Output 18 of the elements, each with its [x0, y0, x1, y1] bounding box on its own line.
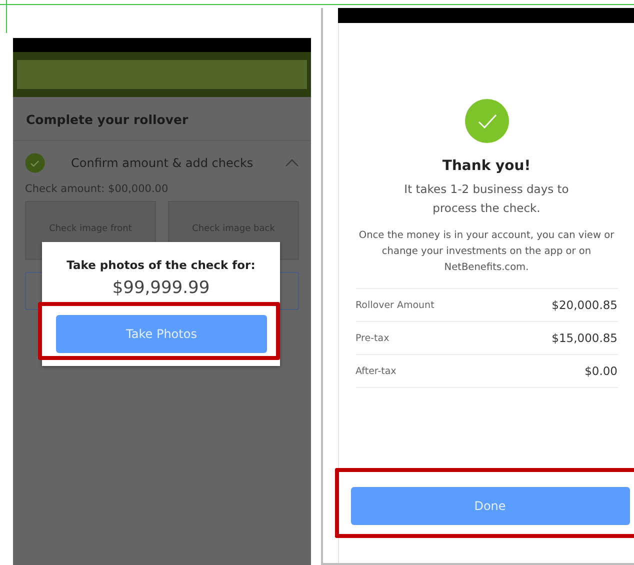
dialog-amount: $99,999.99 — [112, 278, 210, 298]
success-title: Thank you! — [442, 158, 531, 174]
success-check-icon — [464, 99, 508, 143]
take-photos-button[interactable]: Take Photos — [56, 315, 267, 353]
summary-value: $20,000.85 — [552, 298, 618, 312]
page-title: Complete your rollover — [13, 97, 311, 141]
summary-label: Pre-tax — [356, 332, 390, 344]
summary-value: $15,000.85 — [552, 331, 618, 345]
done-button[interactable]: Done — [350, 487, 630, 525]
check-amount: Check amount: $00,000.00 — [24, 182, 170, 197]
success-message: It takes 1-2 business days to process the check. — [403, 181, 570, 217]
step-title: Confirm amount & add checks — [70, 156, 254, 170]
info-note: Once the money is in your account, you can view or change your investments on the app or on NetBenefits.com. — [358, 229, 616, 275]
dialog-title: Take photos of the check for: — [66, 258, 256, 272]
summary-label: After-tax — [356, 366, 396, 376]
summary-label: Rollover Amount — [356, 300, 434, 310]
chevron-icon[interactable] — [285, 159, 299, 167]
summary-value: $0.00 — [584, 364, 618, 378]
